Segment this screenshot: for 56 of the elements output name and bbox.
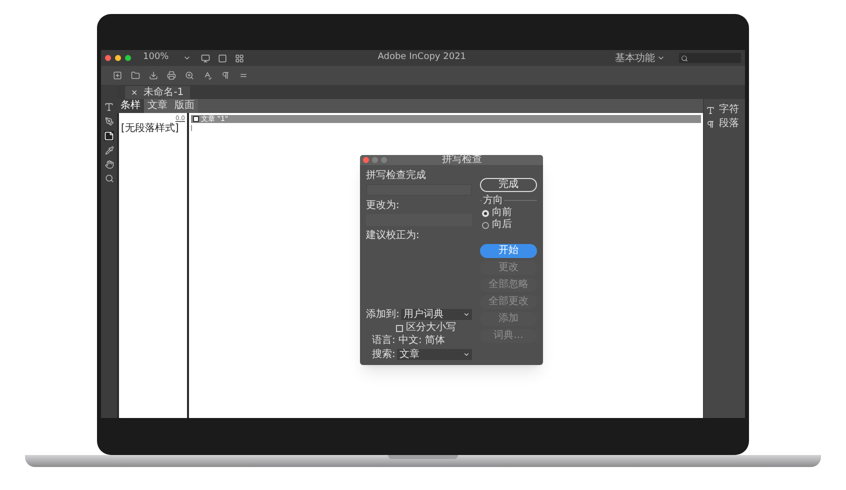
document-tab[interactable]: × 未命名-1 bbox=[125, 86, 190, 99]
pilcrow-icon[interactable] bbox=[221, 71, 230, 80]
search-select[interactable]: 文章 bbox=[397, 349, 472, 360]
chevron-icon[interactable] bbox=[182, 54, 191, 62]
window-title: Adobe InCopy 2021 bbox=[378, 51, 466, 64]
panel-button[interactable]: 字符 bbox=[706, 105, 743, 115]
hand-tool-icon[interactable] bbox=[104, 160, 114, 169]
add-to-select[interactable]: 用户词典 bbox=[401, 309, 472, 320]
chevron-icon bbox=[657, 54, 665, 62]
chevron-icon bbox=[463, 311, 470, 318]
panel-button[interactable]: 段落 bbox=[706, 119, 743, 129]
collapse-icon[interactable] bbox=[193, 116, 199, 122]
paragraph-style: [无段落样式] bbox=[121, 124, 180, 134]
frame-icon[interactable] bbox=[218, 54, 227, 62]
paragraph-icon bbox=[706, 120, 715, 128]
field-label: 更改为: bbox=[366, 201, 400, 211]
zoom-tool-icon[interactable] bbox=[104, 174, 114, 183]
equal-icon[interactable] bbox=[239, 71, 248, 80]
search-icon bbox=[681, 54, 688, 62]
direction-radio[interactable]: 向后 bbox=[482, 220, 535, 230]
type-tool-icon[interactable] bbox=[104, 102, 114, 112]
zoom-icon[interactable] bbox=[185, 71, 194, 80]
dialog-title: 拼写检查 bbox=[442, 155, 482, 165]
field-label: 建议校正为: bbox=[366, 231, 420, 241]
new-document-icon[interactable] bbox=[113, 71, 122, 80]
character-icon bbox=[706, 106, 715, 114]
workspace-menu[interactable]: 基本功能 bbox=[615, 50, 665, 66]
chevron-icon bbox=[463, 351, 470, 358]
spellcheck-icon[interactable] bbox=[203, 71, 212, 80]
close-tab-icon[interactable]: × bbox=[131, 88, 138, 96]
checkbox[interactable] bbox=[396, 324, 403, 332]
start-button[interactable]: 开始 bbox=[480, 244, 537, 258]
status-label: 拼写检查完成 bbox=[366, 171, 427, 181]
document-title: 未命名-1 bbox=[144, 88, 184, 98]
text-cursor bbox=[191, 125, 192, 131]
download-icon[interactable] bbox=[149, 71, 158, 80]
search-field[interactable] bbox=[679, 53, 741, 63]
zoom-level[interactable]: 100% bbox=[143, 51, 169, 65]
note-tool-icon[interactable] bbox=[104, 131, 114, 141]
layout-icon[interactable] bbox=[234, 54, 244, 62]
field-label: 添加到: bbox=[366, 310, 400, 320]
printer-icon[interactable] bbox=[167, 71, 176, 80]
panel-tab[interactable]: 条样 bbox=[117, 99, 144, 113]
view-icon[interactable] bbox=[200, 54, 210, 62]
radio[interactable] bbox=[482, 222, 489, 228]
folder-icon[interactable] bbox=[131, 71, 140, 80]
field-label: 搜索: bbox=[372, 350, 396, 360]
pen-tool-icon[interactable] bbox=[104, 117, 114, 126]
case-checkbox[interactable]: 区分大小写 bbox=[396, 323, 472, 333]
dialog-button[interactable]: 完成 bbox=[480, 178, 537, 192]
group-label: 方向 bbox=[482, 196, 504, 206]
panel-tab[interactable]: 文章 bbox=[144, 99, 171, 113]
panel-tab[interactable]: 版面 bbox=[171, 99, 198, 113]
eyedropper-icon[interactable] bbox=[104, 146, 114, 155]
language-text: 语言: 中文: 简体 bbox=[372, 336, 446, 346]
direction-radio[interactable]: 向前 bbox=[482, 208, 535, 218]
